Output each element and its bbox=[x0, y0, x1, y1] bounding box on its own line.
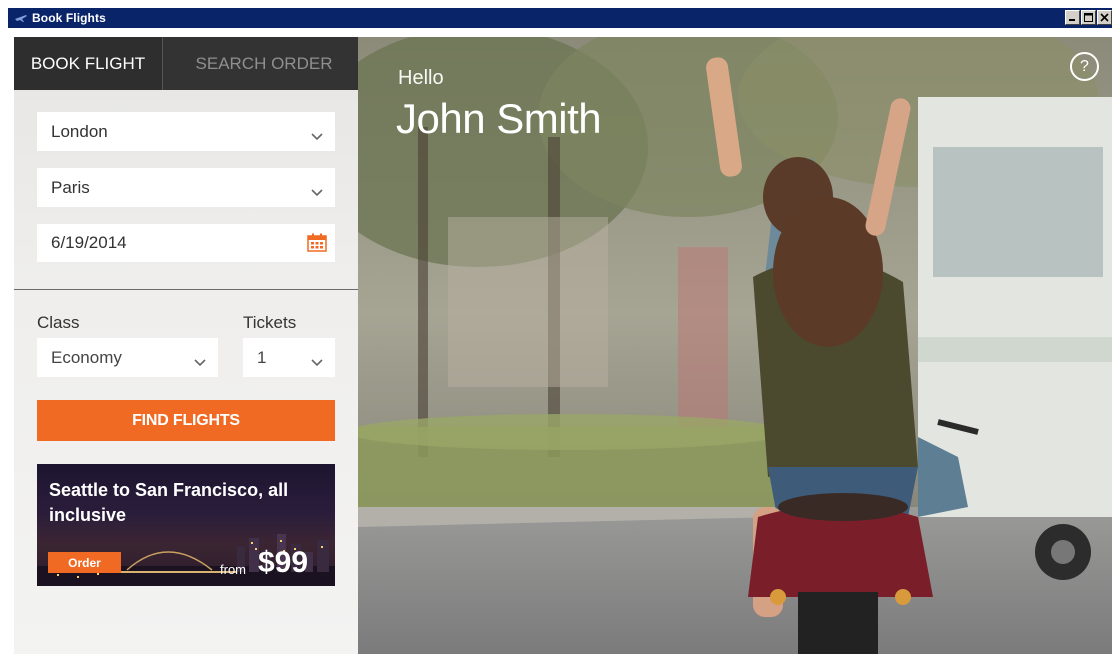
class-select[interactable]: Economy bbox=[37, 338, 218, 377]
promo-order-button[interactable]: Order bbox=[48, 552, 121, 573]
hero-banner: Hello John Smith ? bbox=[358, 37, 1112, 654]
user-name: John Smith bbox=[396, 95, 602, 142]
app-frame: BOOK FLIGHT SEARCH ORDER London Paris 6/… bbox=[8, 28, 1112, 662]
date-value: 6/19/2014 bbox=[51, 233, 127, 252]
form-divider bbox=[14, 289, 365, 290]
maximize-icon[interactable] bbox=[1081, 10, 1096, 25]
tickets-select[interactable]: 1 bbox=[243, 338, 335, 377]
chevron-down-icon bbox=[311, 182, 323, 202]
to-city-select[interactable]: Paris bbox=[37, 168, 335, 207]
promo-banner[interactable]: Seattle to San Francisco, all inclusive … bbox=[37, 464, 335, 586]
tickets-label: Tickets bbox=[243, 313, 297, 332]
to-city-value: Paris bbox=[51, 177, 90, 197]
tab-search-order[interactable]: SEARCH ORDER bbox=[162, 37, 365, 90]
minimize-icon[interactable] bbox=[1065, 10, 1080, 25]
class-value: Economy bbox=[51, 347, 122, 367]
close-icon[interactable] bbox=[1097, 10, 1112, 25]
promo-title: Seattle to San Francisco, all inclusive bbox=[49, 480, 289, 525]
chevron-down-icon bbox=[194, 352, 206, 372]
app-icon bbox=[14, 12, 28, 24]
window-titlebar: Book Flights bbox=[8, 8, 1112, 28]
booking-panel: BOOK FLIGHT SEARCH ORDER London Paris 6/… bbox=[14, 37, 365, 654]
find-flights-button[interactable]: FIND FLIGHTS bbox=[37, 400, 335, 441]
chevron-down-icon bbox=[311, 126, 323, 146]
promo-price: $99 bbox=[258, 546, 309, 579]
from-city-select[interactable]: London bbox=[37, 112, 335, 151]
from-city-value: London bbox=[51, 121, 108, 141]
help-icon[interactable]: ? bbox=[1070, 52, 1099, 81]
chevron-down-icon bbox=[311, 352, 323, 372]
tab-book-flight[interactable]: BOOK FLIGHT bbox=[14, 37, 162, 90]
tab-bar: BOOK FLIGHT SEARCH ORDER bbox=[14, 37, 365, 90]
date-field[interactable]: 6/19/2014 bbox=[37, 224, 335, 262]
calendar-icon[interactable] bbox=[307, 233, 327, 257]
class-label: Class bbox=[37, 313, 80, 332]
promo-from-label: from bbox=[220, 562, 246, 577]
window-title: Book Flights bbox=[32, 11, 106, 25]
greeting-text: Hello bbox=[398, 67, 444, 89]
window-controls bbox=[1065, 10, 1112, 25]
tickets-value: 1 bbox=[257, 347, 267, 367]
